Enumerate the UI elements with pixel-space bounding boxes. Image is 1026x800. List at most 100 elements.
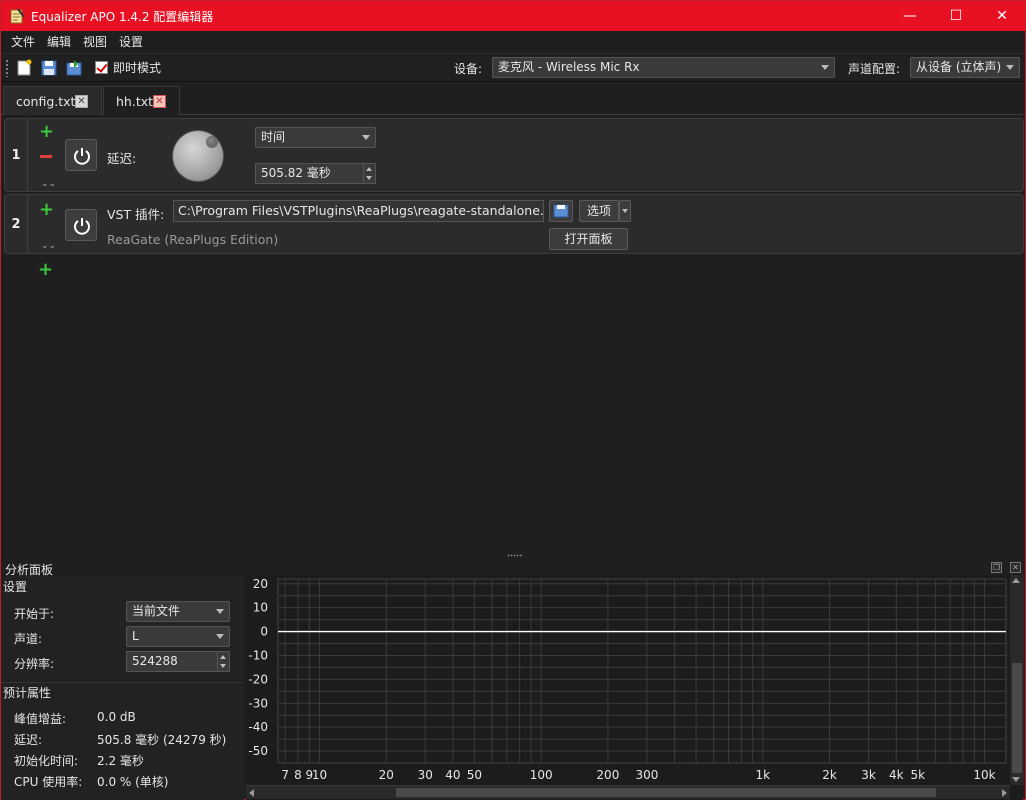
delay-mode-select[interactable]: 时间 [255, 127, 376, 148]
resolution-label: 分辨率: [14, 657, 55, 671]
tab-label: hh.txt [116, 94, 154, 109]
graph-horizontal-scrollbar[interactable] [246, 785, 1010, 799]
menu-file[interactable]: 文件 [5, 33, 41, 50]
channel-select[interactable]: L [126, 626, 230, 647]
vertical-scroll-thumb[interactable] [1012, 663, 1022, 773]
cpu-usage-value: 0.0 % (单核) [97, 775, 169, 789]
plugin-name: ReaGate (ReaPlugs Edition) [107, 232, 279, 247]
menu-edit[interactable]: 编辑 [41, 33, 77, 50]
remove-icon[interactable] [40, 155, 52, 158]
menu-bar: 文件 编辑 视图 设置 [1, 31, 1025, 52]
resolution-value: 524288 [132, 654, 178, 668]
close-icon[interactable]: ✕ [75, 95, 88, 108]
options-dropdown-button[interactable] [619, 200, 631, 222]
y-tick-label: -10 [248, 648, 268, 662]
expand-chevron-icon[interactable]: ⌄⌄ [41, 242, 56, 251]
filter-divider [27, 195, 28, 253]
delay-value-stepper[interactable]: 505.82 毫秒 [255, 163, 376, 184]
vst-plugin-label: VST 插件: [107, 207, 165, 222]
power-icon [74, 218, 90, 235]
scroll-right-icon[interactable] [1002, 789, 1007, 797]
close-button[interactable]: ✕ [979, 1, 1025, 31]
minimize-button[interactable]: — [887, 1, 933, 31]
open-panel-button[interactable]: 打开面板 [549, 228, 628, 250]
toolbar-grip[interactable] [5, 58, 9, 77]
instant-mode-checkbox[interactable] [95, 61, 108, 74]
graph-vertical-scrollbar[interactable] [1010, 575, 1024, 785]
x-tick-label: 10 [312, 768, 327, 782]
maximize-button[interactable]: ☐ [933, 1, 979, 31]
add-icon[interactable]: + [39, 123, 54, 141]
menu-settings[interactable]: 设置 [113, 33, 149, 50]
chevron-down-icon [622, 209, 628, 213]
x-tick-label: 50 [467, 768, 482, 782]
add-icon[interactable]: + [39, 201, 54, 219]
chevron-down-icon [362, 135, 370, 140]
delay-mode-value: 时间 [261, 130, 286, 144]
channel-config-select[interactable]: 从设备 (立体声) [910, 57, 1020, 78]
panel-splitter-handle[interactable] [507, 554, 523, 557]
tab-hh-txt[interactable]: hh.txt ✕ [103, 86, 180, 115]
x-tick-label: 8 [294, 768, 302, 782]
x-tick-label: 40 [445, 768, 460, 782]
delay-knob[interactable] [173, 131, 223, 181]
delay-label: 延迟: [107, 151, 137, 166]
device-label: 设备: [454, 62, 483, 76]
x-tick-label: 4k [889, 768, 904, 782]
title-bar: Equalizer APO 1.4.2 配置编辑器 — ☐ ✕ [1, 1, 1025, 31]
power-icon [74, 148, 90, 165]
browse-file-button[interactable] [549, 200, 573, 222]
filter-row-delay: 1 + ⌄⌄ 延迟: 时间 505.82 毫秒 [4, 118, 1024, 192]
x-tick-label: 300 [635, 768, 658, 782]
stepper-arrows-icon[interactable] [217, 652, 229, 671]
peak-gain-value: 0.0 dB [97, 710, 136, 724]
device-select[interactable]: 麦克风 - Wireless Mic Rx [492, 57, 835, 78]
close-panel-icon[interactable]: ✕ [1010, 562, 1021, 573]
knob-indicator [207, 137, 217, 147]
app-window: Equalizer APO 1.4.2 配置编辑器 — ☐ ✕ 文件 编辑 视图… [0, 0, 1026, 800]
power-toggle-button[interactable] [65, 209, 97, 241]
new-file-icon[interactable] [15, 59, 33, 77]
start-at-label: 开始于: [14, 607, 55, 621]
frequency-response-graph[interactable]: 20 10 0 -10 -20 -30 -40 -50 7 8 9 10 20 30 40 50 100 200 3… [246, 575, 1023, 800]
x-tick-label: 30 [418, 768, 433, 782]
scroll-up-icon[interactable] [1012, 578, 1020, 583]
open-file-icon[interactable] [40, 59, 58, 77]
y-tick-label: -50 [248, 744, 268, 758]
scroll-left-icon[interactable] [249, 789, 254, 797]
peak-gain-label: 峰值增益: [14, 712, 67, 726]
resolution-stepper[interactable]: 524288 [126, 651, 230, 672]
expand-chevron-icon[interactable]: ⌄⌄ [41, 180, 56, 189]
y-tick-label: 0 [260, 625, 268, 639]
filter-number: 1 [11, 148, 21, 163]
close-icon[interactable]: ✕ [153, 95, 166, 108]
save-file-icon[interactable] [65, 59, 83, 77]
power-toggle-button[interactable] [65, 139, 97, 171]
add-filter-icon[interactable]: + [38, 261, 53, 279]
chevron-down-icon [1006, 65, 1014, 70]
start-at-select[interactable]: 当前文件 [126, 601, 230, 622]
delay-value: 505.82 毫秒 [261, 166, 331, 180]
channel-value: L [132, 629, 139, 643]
stepper-arrows-icon[interactable] [363, 164, 375, 183]
x-tick-label: 200 [596, 768, 619, 782]
y-tick-label: 10 [253, 601, 268, 615]
filter-divider [27, 119, 28, 191]
options-button[interactable]: 选项 [579, 200, 619, 222]
x-tick-label: 20 [379, 768, 394, 782]
y-tick-label: -30 [248, 696, 268, 710]
chevron-down-icon [216, 609, 224, 614]
start-at-value: 当前文件 [132, 604, 181, 618]
vst-path-field[interactable]: C:\Program Files\VSTPlugins\ReaPlugs\rea… [173, 200, 544, 222]
x-tick-label: 5k [910, 768, 925, 782]
menu-view[interactable]: 视图 [77, 33, 113, 50]
init-time-label: 初始化时间: [14, 754, 79, 768]
scroll-down-icon[interactable] [1012, 777, 1020, 782]
estimated-properties-title: 预计属性 [1, 682, 244, 701]
horizontal-scroll-thumb[interactable] [396, 788, 936, 797]
tab-config-txt[interactable]: config.txt ✕ [3, 86, 102, 115]
chevron-down-icon [821, 65, 829, 70]
cpu-usage-label: CPU 使用率: [14, 775, 83, 789]
tab-bar: config.txt ✕ hh.txt ✕ [1, 83, 1025, 115]
float-panel-icon[interactable]: ❐ [991, 562, 1002, 573]
